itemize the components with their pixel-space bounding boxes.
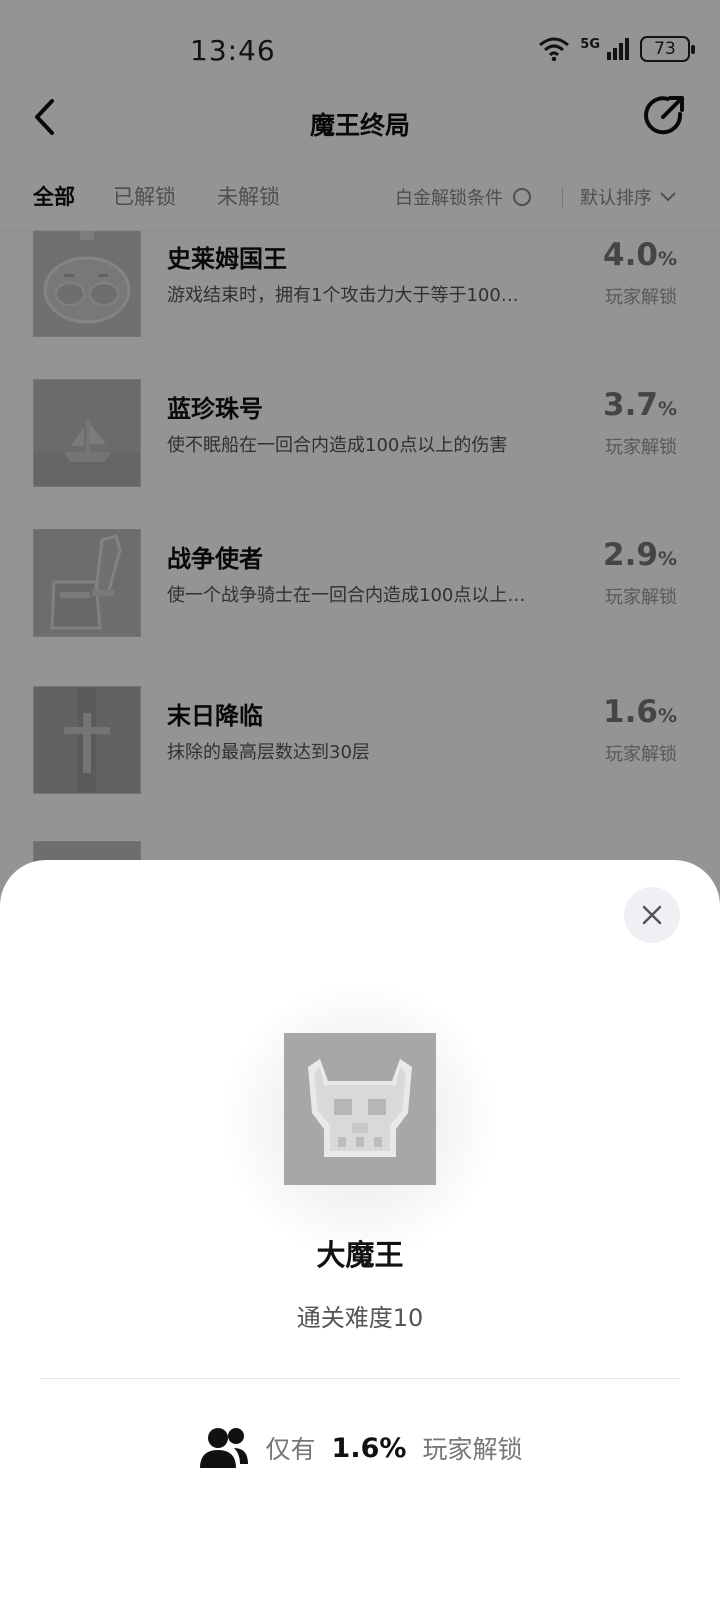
achievement-title: 大魔王 <box>316 1238 404 1272</box>
stat-prefix: 仅有 <box>265 1435 316 1464</box>
demon-skull-icon <box>284 1033 436 1185</box>
close-icon <box>642 905 662 925</box>
achievement-description: 通关难度10 <box>296 1304 424 1332</box>
divider <box>40 1378 680 1379</box>
users-icon <box>199 1428 248 1468</box>
page: 13:46 5G 73 魔王终局 全部 已解锁 未解锁 白金解锁条件 默认排序 … <box>0 0 720 1600</box>
unlock-stat: 仅有 1.6% 玩家解锁 <box>0 1426 720 1470</box>
achievement-detail-sheet: 大魔王 通关难度10 仅有 1.6% 玩家解锁 <box>0 860 720 1600</box>
stat-suffix: 玩家解锁 <box>422 1435 523 1464</box>
stat-value: 1.6% <box>331 1432 407 1464</box>
close-button[interactable] <box>624 887 680 943</box>
